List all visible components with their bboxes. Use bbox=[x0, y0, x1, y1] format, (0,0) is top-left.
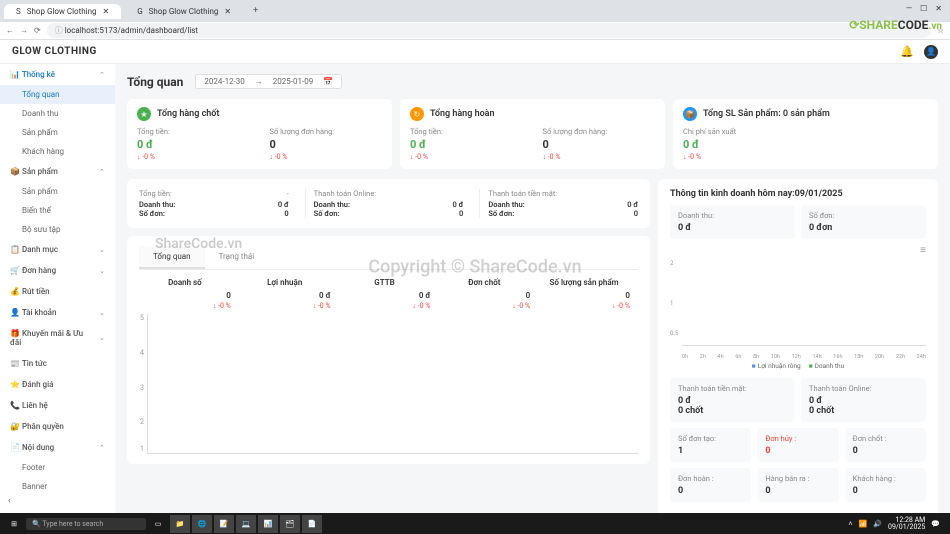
notifications-icon[interactable]: 💬 bbox=[931, 520, 940, 528]
maximize-button[interactable]: ☐ bbox=[920, 4, 927, 13]
mini-chart: 2 1 0.5 0h2h4h6h8h10h12h14h16h18h20h22h2… bbox=[670, 260, 926, 360]
sidebar-item-footer[interactable]: Footer bbox=[0, 458, 115, 477]
card-total-products: 📦Tổng SL Sản phẩm: 0 sản phẩm Chi phí sả… bbox=[673, 99, 938, 169]
card-confirmed-orders: ★Tổng hàng chốt Tổng tiền:0 đ↓ -0 % Số l… bbox=[127, 99, 392, 169]
taskbar-search[interactable]: 🔍 Type here to search bbox=[26, 518, 146, 530]
chart-menu-icon[interactable]: ≡ bbox=[670, 245, 926, 256]
sidebar-item-collections[interactable]: Bộ sưu tập bbox=[0, 220, 115, 239]
sidebar-group-products[interactable]: 📦 Sản phẩm⌃ bbox=[0, 161, 115, 182]
today-business-box: Thông tin kinh doanh hôm nay:09/01/2025 … bbox=[658, 179, 938, 513]
windows-taskbar: ⊞ 🔍 Type here to search ▭ 📁 🌐 📝 💻 📊 🗂 📄 … bbox=[0, 513, 950, 534]
tray-up-icon[interactable]: ˄ bbox=[849, 520, 853, 528]
taskbar-app-3[interactable]: 📝 bbox=[214, 515, 234, 533]
browser-tab-1[interactable]: SShop Glow Clothing✕ bbox=[4, 4, 121, 19]
sidebar-item-banner[interactable]: Banner bbox=[0, 477, 115, 496]
sidebar-item-product-list[interactable]: Sản phẩm bbox=[0, 182, 115, 201]
taskbar-app-7[interactable]: 📄 bbox=[302, 515, 322, 533]
sidebar-group-content[interactable]: 📄 Nội dung⌃ bbox=[0, 437, 115, 458]
url-input[interactable]: ⓘ localhost:5173/admin/dashboard/list bbox=[47, 23, 931, 38]
sidebar-item-permissions[interactable]: 🔐 Phân quyền bbox=[0, 416, 115, 437]
sidebar-item-revenue[interactable]: Doanh thu bbox=[0, 104, 115, 123]
sidebar-collapse-icon[interactable]: ‹ bbox=[0, 496, 115, 506]
tab-status[interactable]: Trạng thái bbox=[205, 246, 269, 269]
sidebar-group-statistics[interactable]: 📊 Thống kê⌃ bbox=[0, 64, 115, 85]
user-avatar-icon[interactable]: 👤 bbox=[924, 45, 938, 59]
close-button[interactable]: ✕ bbox=[935, 4, 942, 13]
star-icon: ★ bbox=[137, 107, 151, 121]
box-icon: 📦 bbox=[683, 107, 697, 121]
sidebar-item-categories[interactable]: 📋 Danh mục⌄ bbox=[0, 239, 115, 260]
taskbar-app-6[interactable]: 🗂 bbox=[280, 515, 300, 533]
bell-icon[interactable]: 🔔 bbox=[900, 45, 914, 59]
today-title: Thông tin kinh doanh hôm nay:09/01/2025 bbox=[670, 189, 926, 199]
stats-chart-box: Tổng quan Trạng thái Doanh số0↓ -0 % Lợi… bbox=[127, 236, 650, 464]
page-title: Tổng quan bbox=[127, 75, 183, 89]
main-chart: 5 4 3 2 1 bbox=[147, 314, 638, 454]
address-bar: ← → ⟳ ⓘ localhost:5173/admin/dashboard/l… bbox=[0, 22, 950, 40]
sidebar-item-orders[interactable]: 🛒 Đơn hàng⌄ bbox=[0, 260, 115, 281]
watermark-logo: ⟳SHARECODE.vn bbox=[849, 18, 942, 32]
sidebar-item-variants[interactable]: Biến thể bbox=[0, 201, 115, 220]
sidebar-item-overview[interactable]: Tổng quan bbox=[0, 85, 115, 104]
sidebar-item-products[interactable]: Sản phẩm bbox=[0, 123, 115, 142]
date-range-picker[interactable]: 2024-12-30→2025-01-09📅 bbox=[195, 74, 342, 89]
taskbar-app-5[interactable]: 📊 bbox=[258, 515, 278, 533]
return-icon: ↻ bbox=[410, 107, 424, 121]
new-tab-button[interactable]: + bbox=[247, 6, 264, 16]
task-view-icon[interactable]: ▭ bbox=[148, 515, 168, 533]
browser-tab-2[interactable]: GShop Glow Clothing✕ bbox=[125, 4, 243, 19]
sidebar-item-promotions[interactable]: 🎁 Khuyến mãi & Ưu đãi⌄ bbox=[0, 323, 115, 353]
reload-button[interactable]: ⟳ bbox=[34, 26, 41, 35]
sidebar-item-reviews[interactable]: ⭐ Đánh giá bbox=[0, 374, 115, 395]
taskbar-app-4[interactable]: 💻 bbox=[236, 515, 256, 533]
main-content: Tổng quan 2024-12-30→2025-01-09📅 ★Tổng h… bbox=[115, 64, 950, 513]
sidebar-item-accounts[interactable]: 👤 Tài khoản⌄ bbox=[0, 302, 115, 323]
sidebar-item-news[interactable]: 📰 Tin tức bbox=[0, 353, 115, 374]
browser-tabs: SShop Glow Clothing✕ GShop Glow Clothing… bbox=[0, 0, 950, 22]
app-logo: GLOW CLOTHING bbox=[12, 46, 97, 57]
sidebar-item-customers[interactable]: Khách hàng bbox=[0, 142, 115, 161]
sidebar-item-contact[interactable]: 📞 Liên hệ bbox=[0, 395, 115, 416]
card-returned-orders: ↻Tổng hàng hoàn Tổng tiền:0 đ↓ -0 % Số l… bbox=[400, 99, 665, 169]
back-button[interactable]: ← bbox=[6, 26, 14, 35]
start-button[interactable]: ⊞ bbox=[4, 515, 24, 533]
tray-sound-icon[interactable]: 🔊 bbox=[873, 520, 882, 528]
forward-button[interactable]: → bbox=[20, 26, 28, 35]
summary-box: Tổng tiền:- Doanh thu:0 đ Số đơn:0 Thanh… bbox=[127, 179, 650, 228]
taskbar-app-1[interactable]: 📁 bbox=[170, 515, 190, 533]
window-controls: — ☐ ✕ bbox=[898, 0, 950, 17]
taskbar-app-2[interactable]: 🌐 bbox=[192, 515, 212, 533]
clock-date[interactable]: 09/01/2025 bbox=[888, 524, 925, 531]
sidebar: 📊 Thống kê⌃ Tổng quan Doanh thu Sản phẩm… bbox=[0, 64, 115, 513]
tab-overview[interactable]: Tổng quan bbox=[139, 246, 205, 269]
tray-wifi-icon[interactable]: 📶 bbox=[859, 520, 868, 528]
app-header: GLOW CLOTHING 🔔 👤 bbox=[0, 40, 950, 64]
minimize-button[interactable]: — bbox=[906, 4, 912, 13]
sidebar-item-withdraw[interactable]: 💰 Rút tiền bbox=[0, 281, 115, 302]
